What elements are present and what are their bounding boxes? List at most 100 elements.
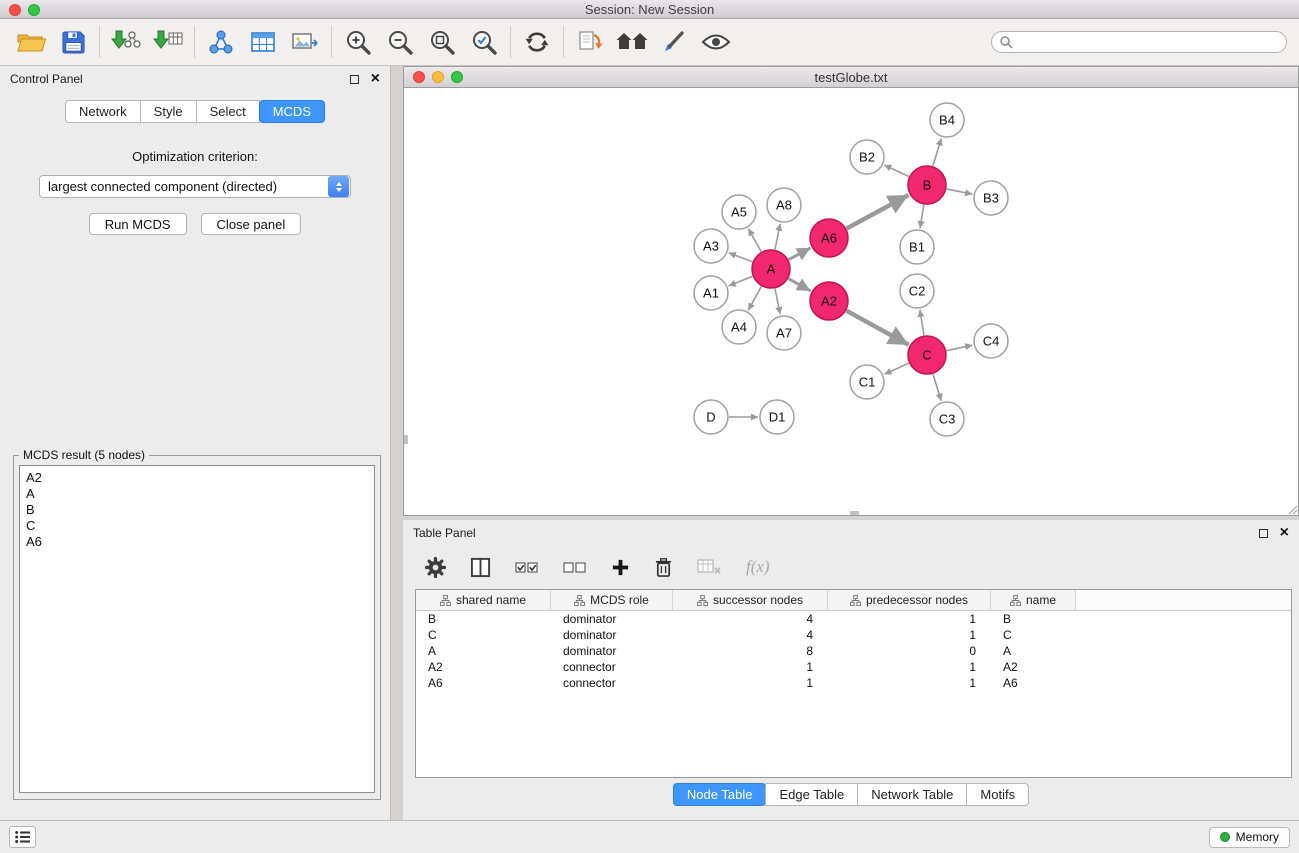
graph-node-B4[interactable]: B4 <box>930 103 964 137</box>
graph-edge-A-A2[interactable] <box>789 279 811 291</box>
export-image-button[interactable] <box>284 22 326 62</box>
canvas-resize-handle-bottom[interactable] <box>850 511 859 515</box>
tab-network[interactable]: Network <box>65 100 141 123</box>
table-row[interactable]: Bdominator41B <box>416 611 1291 627</box>
new-table-button[interactable] <box>242 22 284 62</box>
graph-node-A2[interactable]: A2 <box>810 282 848 320</box>
graph-node-A6[interactable]: A6 <box>810 219 848 257</box>
new-network-button[interactable] <box>200 22 242 62</box>
open-session-button[interactable] <box>10 22 52 62</box>
delete-table-button[interactable] <box>697 557 722 577</box>
tab-node-table[interactable]: Node Table <box>673 783 767 806</box>
graph-edge-A-A5[interactable] <box>748 229 761 252</box>
column-header-shared-name[interactable]: shared name <box>416 590 551 610</box>
zoom-view-button[interactable] <box>451 71 463 83</box>
graph-node-A5[interactable]: A5 <box>722 195 756 229</box>
graph-edge-C-C3[interactable] <box>933 374 941 401</box>
graph-node-B2[interactable]: B2 <box>850 140 884 174</box>
graph-edge-C-C4[interactable] <box>947 345 973 351</box>
task-history-button[interactable] <box>9 826 36 848</box>
graph-edge-A6-B[interactable] <box>847 195 909 229</box>
graph-edge-C-C1[interactable] <box>884 363 909 374</box>
table-row[interactable]: Adominator80A <box>416 643 1291 659</box>
graph-edge-A-A7[interactable] <box>775 289 780 315</box>
select-all-button[interactable] <box>515 558 539 576</box>
zoom-selected-button[interactable] <box>463 22 505 62</box>
zoom-fit-button[interactable] <box>421 22 463 62</box>
mcds-result-item[interactable]: B <box>24 502 370 518</box>
graph-edge-C-C2[interactable] <box>920 310 924 335</box>
graph-edge-A2-C[interactable] <box>847 311 909 345</box>
mcds-result-item[interactable]: A <box>24 486 370 502</box>
graph-edge-B-B3[interactable] <box>947 189 973 194</box>
graph-edge-B-B4[interactable] <box>933 138 942 166</box>
graph-edge-A-A1[interactable] <box>729 276 753 286</box>
resize-grip-icon[interactable] <box>1285 502 1297 514</box>
graph-node-C2[interactable]: C2 <box>900 274 934 308</box>
home-button[interactable] <box>611 22 653 62</box>
graph-node-B1[interactable]: B1 <box>900 230 934 264</box>
delete-rows-button[interactable] <box>654 557 673 578</box>
mcds-result-item[interactable]: C <box>24 518 370 534</box>
run-mcds-button[interactable]: Run MCDS <box>89 213 187 235</box>
search-box[interactable] <box>991 31 1287 53</box>
graph-node-C3[interactable]: C3 <box>930 402 964 436</box>
memory-button[interactable]: Memory <box>1209 827 1290 848</box>
tab-mcds[interactable]: MCDS <box>259 100 325 123</box>
show-columns-button[interactable] <box>470 557 491 578</box>
graph-node-B3[interactable]: B3 <box>974 181 1008 215</box>
canvas-resize-handle-left[interactable] <box>404 435 408 444</box>
import-network-file-button[interactable] <box>105 22 147 62</box>
import-table-file-button[interactable] <box>147 22 189 62</box>
style-painter-button[interactable] <box>653 22 695 62</box>
deselect-all-button[interactable] <box>563 558 587 576</box>
zoom-window-button[interactable] <box>28 4 40 16</box>
float-table-panel-icon[interactable] <box>1259 529 1268 538</box>
criterion-dropdown[interactable]: largest connected component (directed) <box>39 175 351 198</box>
graph-node-D1[interactable]: D1 <box>760 400 794 434</box>
close-table-panel-icon[interactable]: × <box>1280 525 1289 541</box>
show-hide-button[interactable] <box>695 22 737 62</box>
column-header-predecessor-nodes[interactable]: predecessor nodes <box>828 590 991 610</box>
graph-edge-A-A6[interactable] <box>789 248 811 260</box>
close-window-button[interactable] <box>9 4 21 16</box>
tab-network-table[interactable]: Network Table <box>857 783 967 806</box>
graph-edge-B-B2[interactable] <box>884 165 909 177</box>
graph-node-A3[interactable]: A3 <box>694 229 728 263</box>
tab-edge-table[interactable]: Edge Table <box>765 783 858 806</box>
graph-node-C4[interactable]: C4 <box>974 324 1008 358</box>
table-row[interactable]: Cdominator41C <box>416 627 1291 643</box>
zoom-out-button[interactable] <box>379 22 421 62</box>
close-panel-icon[interactable]: × <box>371 71 380 87</box>
graph-edge-A-A3[interactable] <box>729 253 753 262</box>
search-input[interactable] <box>1013 35 1286 49</box>
graph-node-D[interactable]: D <box>694 400 728 434</box>
graph-node-A[interactable]: A <box>752 250 790 288</box>
save-session-button[interactable] <box>52 22 94 62</box>
zoom-in-button[interactable] <box>337 22 379 62</box>
tab-motifs[interactable]: Motifs <box>966 783 1029 806</box>
mcds-result-item[interactable]: A6 <box>24 534 370 550</box>
graph-edge-A-A8[interactable] <box>775 224 780 250</box>
table-row[interactable]: A2connector11A2 <box>416 659 1291 675</box>
column-header-MCDS-role[interactable]: MCDS role <box>551 590 673 610</box>
graph-node-C[interactable]: C <box>908 336 946 374</box>
close-view-button[interactable] <box>413 71 425 83</box>
mcds-result-item[interactable]: A2 <box>24 470 370 486</box>
graph-node-A4[interactable]: A4 <box>722 310 756 344</box>
function-builder-button[interactable]: f(x) <box>746 557 770 577</box>
refresh-view-button[interactable] <box>516 22 558 62</box>
graph-node-C1[interactable]: C1 <box>850 365 884 399</box>
tab-select[interactable]: Select <box>196 100 260 123</box>
add-column-button[interactable] <box>611 558 630 577</box>
graph-node-A1[interactable]: A1 <box>694 276 728 310</box>
column-header-successor-nodes[interactable]: successor nodes <box>673 590 828 610</box>
graph-node-B[interactable]: B <box>908 166 946 204</box>
network-canvas[interactable]: B4B2BB3A5A8A6B1A3AC2A1A2A4A7C4CC1C3DD1 <box>404 88 1298 515</box>
float-panel-icon[interactable] <box>350 75 359 84</box>
tab-style[interactable]: Style <box>140 100 197 123</box>
graph-edge-B-B1[interactable] <box>920 205 924 229</box>
column-header-name[interactable]: name <box>991 590 1076 610</box>
close-panel-button[interactable]: Close panel <box>201 213 302 235</box>
table-settings-button[interactable] <box>425 557 446 578</box>
